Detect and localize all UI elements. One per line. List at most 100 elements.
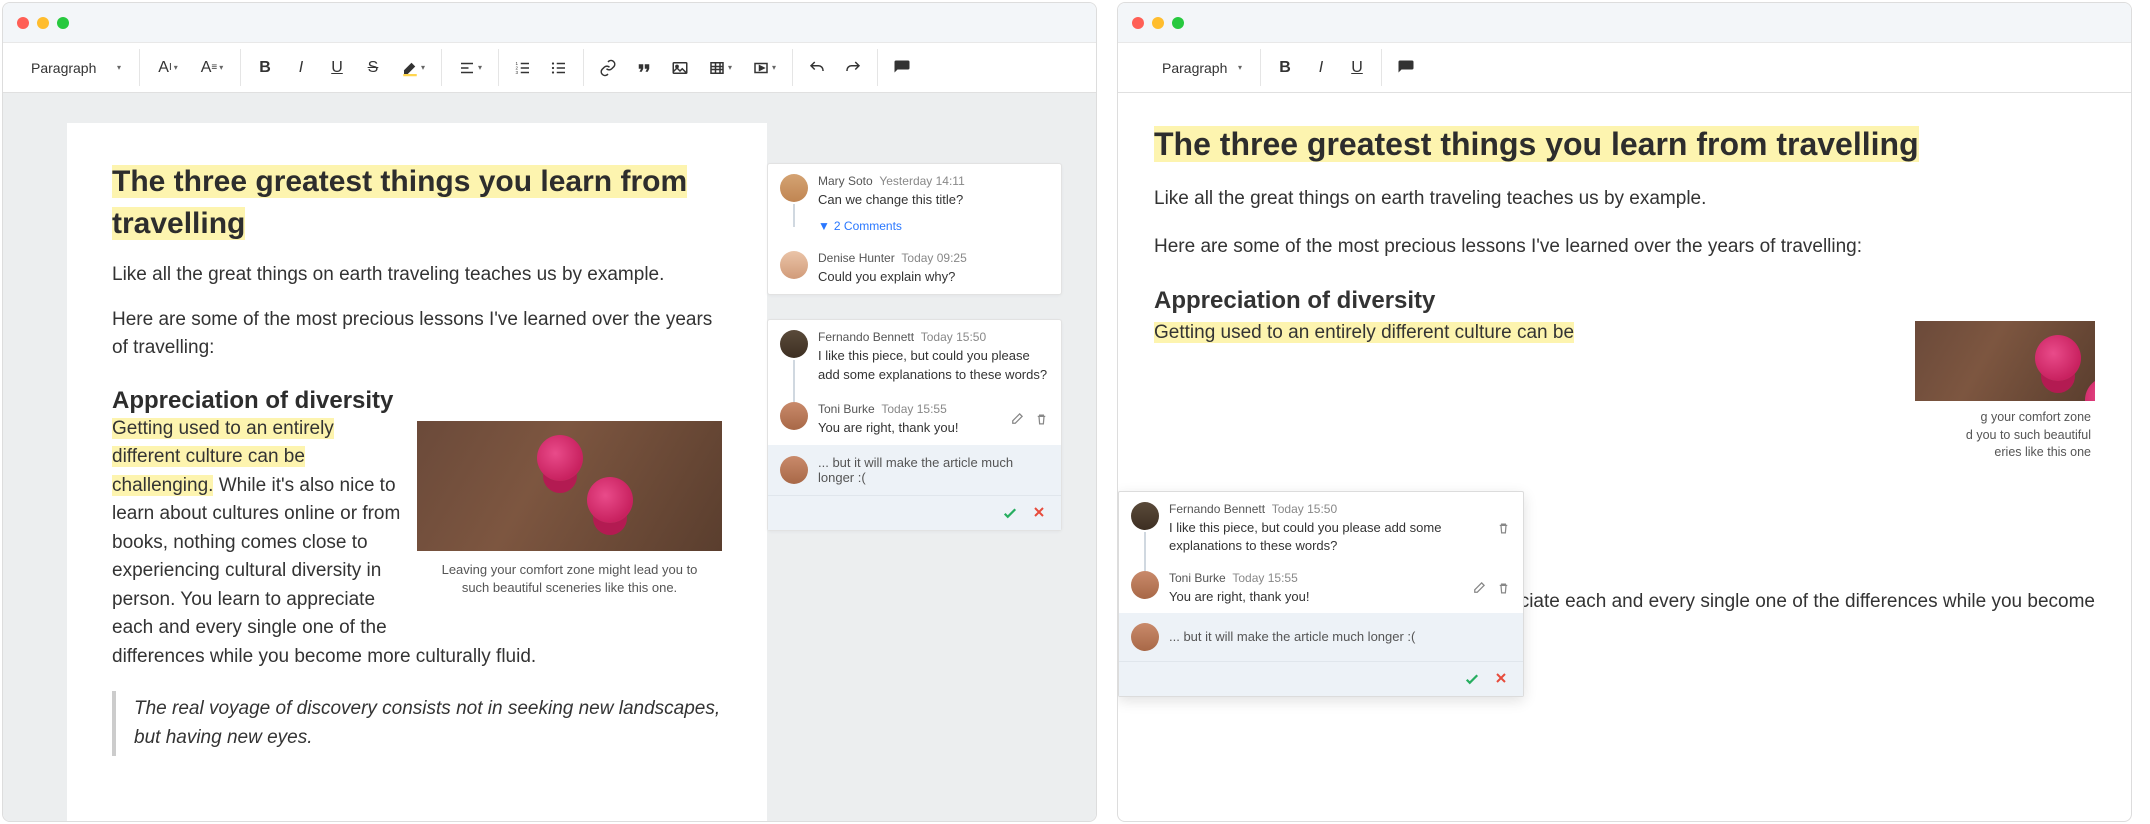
paragraph-style-select[interactable]: Paragraph ▾ [1152,56,1252,80]
comment[interactable]: Toni Burke Today 15:55 You are right, th… [1119,561,1523,612]
underline-button[interactable]: U [1341,52,1373,84]
replies-count: 2 Comments [834,219,902,233]
comment-text: Could you explain why? [818,268,1049,286]
redo-button[interactable] [837,52,869,84]
comment-text: You are right, thank you! [818,419,999,437]
editor-area[interactable]: The three greatest things you learn from… [1118,93,2131,821]
italic-button[interactable]: I [1305,52,1337,84]
comment-text: I like this piece, but could you please … [1169,519,1486,555]
media-button[interactable]: ▾ [744,52,784,84]
avatar [780,402,808,430]
comment-time: Today 15:50 [921,330,986,344]
figure-image[interactable] [417,421,722,551]
cancel-icon[interactable] [1031,504,1047,520]
lead-paragraph[interactable]: Here are some of the most precious lesso… [112,306,722,363]
cancel-icon[interactable] [1493,670,1509,686]
link-button[interactable] [592,52,624,84]
comment[interactable]: Denise Hunter Today 09:25 Could you expl… [768,241,1061,294]
comments-button[interactable] [1390,52,1422,84]
numbered-list-button[interactable]: 123 [507,52,539,84]
figure-caption[interactable]: g your comfort zone d you to such beauti… [1915,401,2095,470]
italic-button[interactable]: I [285,52,317,84]
comment-author: Denise Hunter [818,251,895,265]
table-button[interactable]: ▾ [700,52,740,84]
comment[interactable]: Fernando Bennett Today 15:50 I like this… [768,320,1061,391]
comment-author: Toni Burke [818,402,875,416]
chevron-down-icon: ▾ [1238,63,1242,72]
blockquote[interactable]: The real voyage of discovery consists no… [112,691,722,756]
minimize-window-icon[interactable] [37,17,49,29]
undo-button[interactable] [801,52,833,84]
comment-thread[interactable]: Fernando Bennett Today 15:50 I like this… [767,319,1062,531]
comment-time: Today 15:50 [1272,502,1337,516]
document-title[interactable]: The three greatest things you learn from… [1154,123,2095,166]
bulleted-list-button[interactable] [543,52,575,84]
triangle-down-icon: ▼ [818,219,830,233]
avatar [780,251,808,279]
font-size-button[interactable]: A≡▾ [192,52,232,84]
avatar [780,330,808,358]
comment-time: Yesterday 14:11 [879,174,964,188]
document-page[interactable]: The three greatest things you learn from… [67,123,767,821]
blockquote-button[interactable] [628,52,660,84]
paragraph-style-label: Paragraph [31,60,96,76]
bold-button[interactable]: B [249,52,281,84]
avatar [1131,502,1159,530]
reply-input-row: ... but it will make the article much lo… [1119,613,1523,661]
edit-icon[interactable] [1471,581,1486,596]
delete-icon[interactable] [1496,581,1511,596]
submit-icon[interactable] [1001,504,1019,522]
lead-paragraph[interactable]: Here are some of the most precious lesso… [1154,232,2095,261]
paragraph-style-select[interactable]: Paragraph ▾ [21,56,131,80]
delete-icon[interactable] [1034,412,1049,427]
highlight-button[interactable]: ▾ [393,52,433,84]
document-title[interactable]: The three greatest things you learn from… [112,165,687,240]
align-button[interactable]: ▾ [450,52,490,84]
font-family-button[interactable]: AI▾ [148,52,188,84]
replies-toggle[interactable]: ▼ 2 Comments [768,217,1061,241]
highlighted-text[interactable]: Getting used to an entirely different cu… [1154,322,1574,343]
reply-input-row: ... but it will make the article much lo… [768,445,1061,495]
comment[interactable]: Mary Soto Yesterday 14:11 Can we change … [768,164,1061,217]
maximize-window-icon[interactable] [57,17,69,29]
figure[interactable]: g your comfort zone d you to such beauti… [1915,321,2095,470]
delete-icon[interactable] [1496,521,1511,536]
editor-window-narrow: Paragraph ▾ B I U The three greatest thi… [1117,2,2132,822]
bold-button[interactable]: B [1269,52,1301,84]
reply-actions [768,495,1061,530]
comment-popup[interactable]: Fernando Bennett Today 15:50 I like this… [1118,491,1524,697]
section-heading[interactable]: Appreciation of diversity [112,387,722,415]
comment[interactable]: Toni Burke Today 15:55 You are right, th… [768,392,1061,445]
comment-author: Mary Soto [818,174,873,188]
comment-time: Today 15:55 [881,402,946,416]
comment-text: I like this piece, but could you please … [818,347,1049,383]
comment[interactable]: Fernando Bennett Today 15:50 I like this… [1119,492,1523,561]
minimize-window-icon[interactable] [1152,17,1164,29]
intro-paragraph[interactable]: Like all the great things on earth trave… [112,261,722,290]
reply-input[interactable]: ... but it will make the article much lo… [1169,629,1511,644]
submit-icon[interactable] [1463,670,1481,688]
intro-paragraph[interactable]: Like all the great things on earth trave… [1154,184,2095,213]
image-button[interactable] [664,52,696,84]
titlebar [1118,3,2131,43]
comment-text: You are right, thank you! [1169,588,1461,606]
underline-button[interactable]: U [321,52,353,84]
reply-actions [1119,661,1523,696]
titlebar [3,3,1096,43]
avatar [780,456,808,484]
comment-thread[interactable]: Mary Soto Yesterday 14:11 Can we change … [767,163,1062,295]
reply-input[interactable]: ... but it will make the article much lo… [818,455,1049,485]
edit-icon[interactable] [1009,412,1024,427]
figure[interactable]: Leaving your comfort zone might lead you… [417,421,722,607]
close-window-icon[interactable] [1132,17,1144,29]
maximize-window-icon[interactable] [1172,17,1184,29]
section-heading[interactable]: Appreciation of diversity [1154,287,2095,315]
strikethrough-button[interactable]: S [357,52,389,84]
figure-caption[interactable]: Leaving your comfort zone might lead you… [417,551,722,607]
comments-button[interactable] [886,52,918,84]
figure-image[interactable] [1915,321,2095,401]
comment-author: Fernando Bennett [1169,502,1265,516]
avatar [780,174,808,202]
close-window-icon[interactable] [17,17,29,29]
chevron-down-icon: ▾ [117,63,121,72]
